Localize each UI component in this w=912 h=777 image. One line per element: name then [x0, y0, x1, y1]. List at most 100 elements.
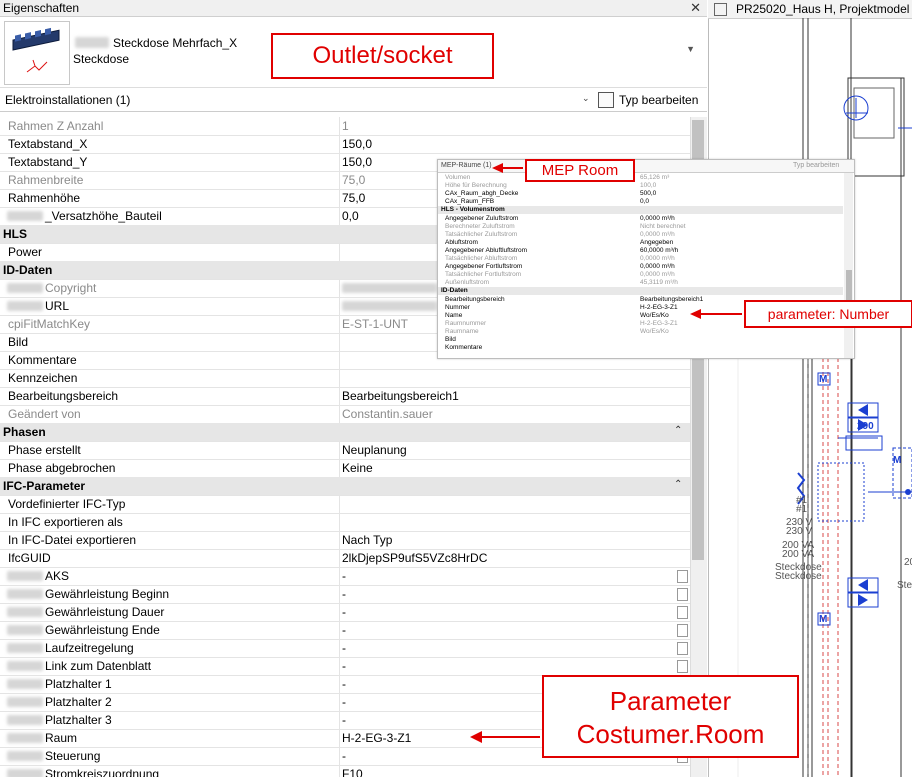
mep-property-value: Bearbeitungsbereich1 [640, 295, 704, 303]
property-value[interactable]: - [342, 569, 346, 583]
checkbox[interactable] [677, 588, 688, 601]
group-header[interactable]: Phasen ⌃ [0, 423, 690, 442]
property-row[interactable]: Link zum Datenblatt - [0, 657, 690, 676]
property-row[interactable]: AKS - [0, 567, 690, 586]
callout-line-2: Costumer.Room [576, 719, 765, 749]
mep-property-name: Außenluftstrom [445, 279, 490, 287]
property-row[interactable]: Stromkreiszuordnung F10 [0, 765, 690, 777]
property-value[interactable]: 1 [342, 119, 349, 133]
property-name: URL [45, 299, 70, 313]
redacted-prefix [7, 751, 43, 761]
property-row[interactable]: Rahmen Z Anzahl 1 [0, 117, 690, 136]
redacted-prefix [7, 283, 43, 293]
checkbox[interactable] [677, 570, 688, 583]
mep-header: MEP-Räume (1) Typ bearbeiten [438, 160, 854, 173]
mep-property-row: Angegebener Fortluftstrom 0,0000 m³/h [438, 263, 843, 271]
device-label: Steckdose [775, 571, 822, 582]
property-row[interactable]: Vordefinierter IFC-Typ [0, 495, 690, 514]
voltage-label: 230 V [786, 526, 813, 537]
property-value[interactable]: 0,0 [342, 209, 359, 223]
collapse-icon[interactable]: ⌃ [674, 425, 682, 436]
mep-property-value: 0,0 [640, 198, 650, 206]
column-divider [339, 135, 340, 153]
property-value[interactable]: F10 [342, 767, 363, 777]
property-value[interactable]: - [342, 641, 346, 655]
view-tab[interactable]: PR25020_Haus H, Projektmodel [708, 0, 912, 19]
property-row[interactable]: Laufzeitregelung - [0, 639, 690, 658]
column-divider [339, 297, 340, 315]
mep-property-row: Kommentare [438, 344, 843, 352]
chevron-down-icon[interactable]: ▼ [686, 44, 695, 54]
chevron-down-icon[interactable]: ⌄ [582, 93, 590, 104]
property-name: _Versatzhöhe_Bauteil [45, 209, 162, 223]
property-row[interactable]: Kennzeichen [0, 369, 690, 388]
property-value[interactable]: E-ST-1-UNT [342, 317, 408, 331]
property-row[interactable]: Phase abgebrochen Keine [0, 459, 690, 478]
redacted-prefix [75, 37, 109, 48]
mep-property-row: Volumen 65,126 m³ [438, 174, 843, 182]
property-row[interactable]: Gewährleistung Beginn - [0, 585, 690, 604]
property-name: Platzhalter 2 [45, 695, 112, 709]
m-symbol: M [819, 374, 828, 385]
property-row[interactable]: Bearbeitungsbereich Bearbeitungsbereich1 [0, 387, 690, 406]
mep-property-name: Bild [445, 336, 456, 343]
checkbox[interactable] [677, 606, 688, 619]
property-value[interactable]: H-2-EG-3-Z1 [342, 731, 411, 745]
property-value[interactable]: Keine [342, 461, 373, 475]
dimension-label: 290 [857, 421, 874, 432]
property-row[interactable]: Geändert von Constantin.sauer [0, 405, 690, 424]
collapse-icon[interactable]: ⌃ [674, 479, 682, 490]
property-row[interactable]: Textabstand_X 150,0 [0, 135, 690, 154]
scrollbar-thumb [846, 270, 852, 300]
view-icon [714, 3, 727, 16]
mep-property-value: Angegeben [640, 238, 674, 246]
checkbox[interactable] [677, 642, 688, 655]
mep-property-name: Tatsächlicher Fortluftstrom [445, 271, 522, 279]
property-value[interactable]: 2lkDjepSP9ufS5VZc8HrDC [342, 551, 487, 565]
mep-property-name: Tatsächlicher Zuluftstrom [445, 230, 518, 238]
property-row[interactable]: In IFC exportieren als [0, 513, 690, 532]
property-name: Gewährleistung Dauer [45, 605, 165, 619]
property-row[interactable]: IfcGUID 2lkDjepSP9ufS5VZc8HrDC [0, 549, 690, 568]
mep-property-row: Tatsächlicher Zuluftstrom 0,0000 m³/h [438, 231, 843, 239]
property-value[interactable]: - [342, 587, 346, 601]
redacted-prefix [7, 661, 43, 671]
mep-property-row: CAx_Raum_abgh_Decke 500,0 [438, 190, 843, 198]
property-value[interactable]: 75,0 [342, 191, 365, 205]
property-value[interactable]: - [342, 623, 346, 637]
column-divider [339, 207, 340, 225]
property-value[interactable]: Constantin.sauer [342, 407, 433, 421]
property-value[interactable]: - [342, 749, 346, 763]
property-name: Raum [45, 731, 78, 745]
property-value[interactable]: - [342, 695, 346, 709]
property-row[interactable]: Phase erstellt Neuplanung [0, 441, 690, 460]
property-value[interactable]: Neuplanung [342, 443, 407, 457]
property-name: Kennzeichen [8, 371, 78, 385]
property-value[interactable]: 150,0 [342, 137, 372, 151]
mep-property-name: Tatsächlicher Abluftstrom [445, 255, 518, 262]
checkbox[interactable] [677, 624, 688, 637]
property-value[interactable]: 75,0 [342, 173, 365, 187]
mep-property-value: 0,0000 m³/h [640, 263, 675, 271]
mep-property-name: Name [445, 311, 463, 319]
group-header[interactable]: IFC-Parameter ⌃ [0, 477, 690, 496]
property-value[interactable]: - [342, 713, 346, 727]
property-value[interactable]: Bearbeitungsbereich1 [342, 389, 459, 403]
mep-property-name: Raumname [445, 327, 479, 335]
property-name: Bearbeitungsbereich [8, 389, 119, 403]
property-value[interactable]: 150,0 [342, 155, 372, 169]
property-row[interactable]: In IFC-Datei exportieren Nach Typ [0, 531, 690, 550]
property-value[interactable]: - [342, 605, 346, 619]
property-row[interactable]: Gewährleistung Ende - [0, 621, 690, 640]
property-value[interactable]: - [342, 659, 346, 673]
property-value[interactable]: - [342, 677, 346, 691]
checkbox[interactable] [677, 660, 688, 673]
redacted-prefix [7, 697, 43, 707]
property-name: Rahmen Z Anzahl [8, 119, 104, 133]
close-icon[interactable]: ✕ [690, 0, 701, 16]
mep-property-value: H-2-EG-3-Z1 [640, 319, 678, 327]
column-divider [339, 621, 340, 639]
property-row[interactable]: Gewährleistung Dauer - [0, 603, 690, 622]
property-name: Gewährleistung Ende [45, 623, 160, 637]
property-value[interactable]: Nach Typ [342, 533, 392, 547]
